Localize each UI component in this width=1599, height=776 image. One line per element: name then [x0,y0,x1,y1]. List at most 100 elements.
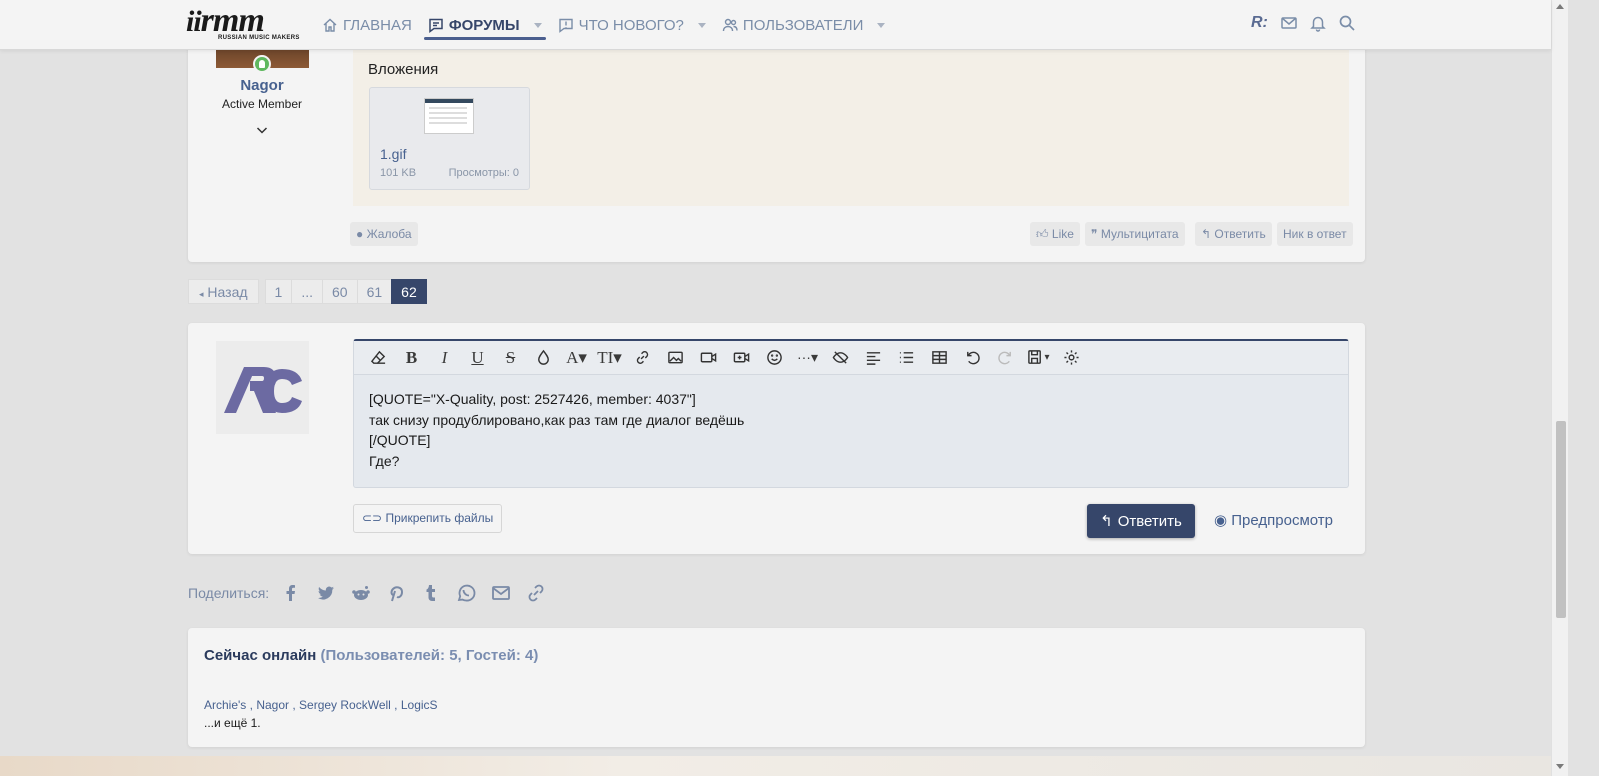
like-button[interactable]: 👍︎ Like [1030,222,1080,246]
share-label: Поделиться: [188,585,270,601]
report-icon: ● [356,227,364,241]
nav-members-caret-icon[interactable] [877,22,886,28]
undo-icon [967,351,980,365]
reply-post-button[interactable]: ↰ Ответить [1195,222,1272,246]
online-user-link[interactable]: Nagor [256,698,289,712]
underline-icon: U [471,347,484,367]
whatsapp-icon[interactable] [456,583,476,603]
reply-icon: ↰ [1100,513,1113,530]
bell-icon[interactable] [1309,14,1327,32]
tumblr-icon[interactable] [421,583,441,603]
preview-button[interactable]: ◉ Предпросмотр [1214,504,1333,538]
editor-content[interactable]: [QUOTE="X-Quality, post: 2527426, member… [369,389,744,471]
inbox-icon[interactable] [1280,14,1298,32]
attach-files-button[interactable]: ⊂⊃ Прикрепить файлы [353,504,503,533]
search-icon[interactable] [1338,14,1356,32]
nav-whats-new-caret-icon[interactable] [697,22,706,28]
drafts-caret-icon: ▾ [1044,352,1050,363]
link-icon[interactable] [526,583,546,603]
insert-image-button[interactable] [659,343,692,373]
nav-forums[interactable]: ФОРУМЫ [423,0,546,50]
page-link[interactable]: 61 [356,279,393,304]
multiquote-button[interactable]: ❞ Мультицитата [1085,222,1185,246]
editor-line: Где? [369,452,400,469]
online-now-block: Сейчас онлайн (Пользователей: 5, Гостей:… [188,628,1365,747]
smiley-icon [767,350,782,365]
chevron-down-icon[interactable] [256,124,268,136]
scrollbar-thumb[interactable] [1556,421,1566,618]
nick-reply-button[interactable]: Ник в ответ [1277,222,1353,246]
attachment-size: 101 KB [380,167,417,179]
online-title-text: Сейчас онлайн [204,647,317,664]
reply-post-label: Ответить [1214,227,1266,241]
underline-button[interactable]: U [461,343,494,373]
list-button[interactable] [890,343,923,373]
online-user-link[interactable]: Archie's [204,698,246,712]
font-size-button[interactable]: TI▾ [593,343,626,373]
bold-icon: B [405,347,418,367]
scroll-down-arrow-icon[interactable] [1556,764,1564,769]
bold-button[interactable]: B [395,343,428,373]
quick-reply-form: B I U S A▾ TI▾ ···▾ ▾ [QUOTE="X-Quality,… [188,323,1365,554]
online-more: ...и ещё 1. [204,716,261,730]
online-user-link[interactable]: LogicS [401,698,438,712]
font-size-icon: TI▾ [597,347,622,367]
thumbs-up-icon: 👍︎ [1036,227,1049,241]
list-separator: , [390,698,401,712]
insert-link-button[interactable] [626,343,659,373]
nav-members[interactable]: ПОЛЬЗОВАТЕЛИ [722,0,886,50]
eraser-icon [370,350,386,364]
insert-media-button[interactable] [725,343,758,373]
pinterest-icon[interactable] [386,583,406,603]
strikethrough-button[interactable]: S [494,343,527,373]
paperclip-icon: ⊂⊃ [362,511,383,525]
font-family-button[interactable]: A▾ [560,343,593,373]
current-user-avatar[interactable] [216,341,309,434]
pagination: ◂ Назад 1 ... 60 61 62 [188,279,427,304]
insert-video-button[interactable] [692,343,725,373]
attachment-thumbnail[interactable] [424,98,474,134]
nav-forums-caret-icon[interactable] [533,22,542,28]
post-username[interactable]: Nagor [188,77,336,94]
list-separator: , [246,698,257,712]
insert-table-button[interactable] [923,343,956,373]
drafts-button[interactable]: ▾ [1022,343,1055,373]
more-options-button[interactable]: ···▾ [791,343,824,373]
clear-format-button[interactable] [362,343,395,373]
attachment-views: Просмотры: 0 [448,167,519,179]
italic-button[interactable]: I [428,343,461,373]
online-user-link[interactable]: Sergey RockWell [299,698,391,712]
page-link[interactable]: 60 [322,279,358,304]
user-account-button[interactable]: R: [1251,14,1269,32]
submit-reply-button[interactable]: ↰ Ответить [1087,504,1195,538]
attachment-name[interactable]: 1.gif [380,146,406,162]
site-logo[interactable]: iirmm RUSSIAN MUSIC MAKERS [186,4,299,44]
page-scrollbar[interactable] [1551,0,1568,776]
multiquote-label: Мультицитата [1100,227,1179,241]
spoiler-button[interactable] [824,343,857,373]
align-button[interactable] [857,343,890,373]
nav-home[interactable]: ГЛАВНАЯ [322,0,412,50]
reply-icon: ↰ [1201,227,1212,241]
page-current[interactable]: 62 [391,279,427,304]
pagination-prev-button[interactable]: ◂ Назад [188,279,259,304]
post-actions: ● Жалоба 👍︎ Like ❞ Мультицитата ↰ Ответи… [350,222,1353,246]
undo-button[interactable] [956,343,989,373]
facebook-icon[interactable] [281,583,301,603]
report-button[interactable]: ● Жалоба [350,222,418,246]
online-title[interactable]: Сейчас онлайн (Пользователей: 5, Гостей:… [204,647,538,664]
twitter-icon[interactable] [316,583,336,603]
message-editor[interactable]: B I U S A▾ TI▾ ···▾ ▾ [QUOTE="X-Quality,… [353,339,1349,488]
nav-whats-new[interactable]: ЧТО НОВОГО? [558,0,706,50]
editor-settings-button[interactable] [1055,343,1088,373]
page-link[interactable]: 1 [264,279,293,304]
email-icon[interactable] [491,583,511,603]
text-color-button[interactable] [527,343,560,373]
reddit-icon[interactable] [351,583,371,603]
redo-button[interactable] [989,343,1022,373]
scroll-up-arrow-icon[interactable] [1556,4,1564,9]
image-icon [668,351,683,364]
emoji-button[interactable] [758,343,791,373]
attachment-card[interactable]: 1.gif 101 KB Просмотры: 0 [369,87,530,190]
page-ellipsis[interactable]: ... [291,279,324,304]
